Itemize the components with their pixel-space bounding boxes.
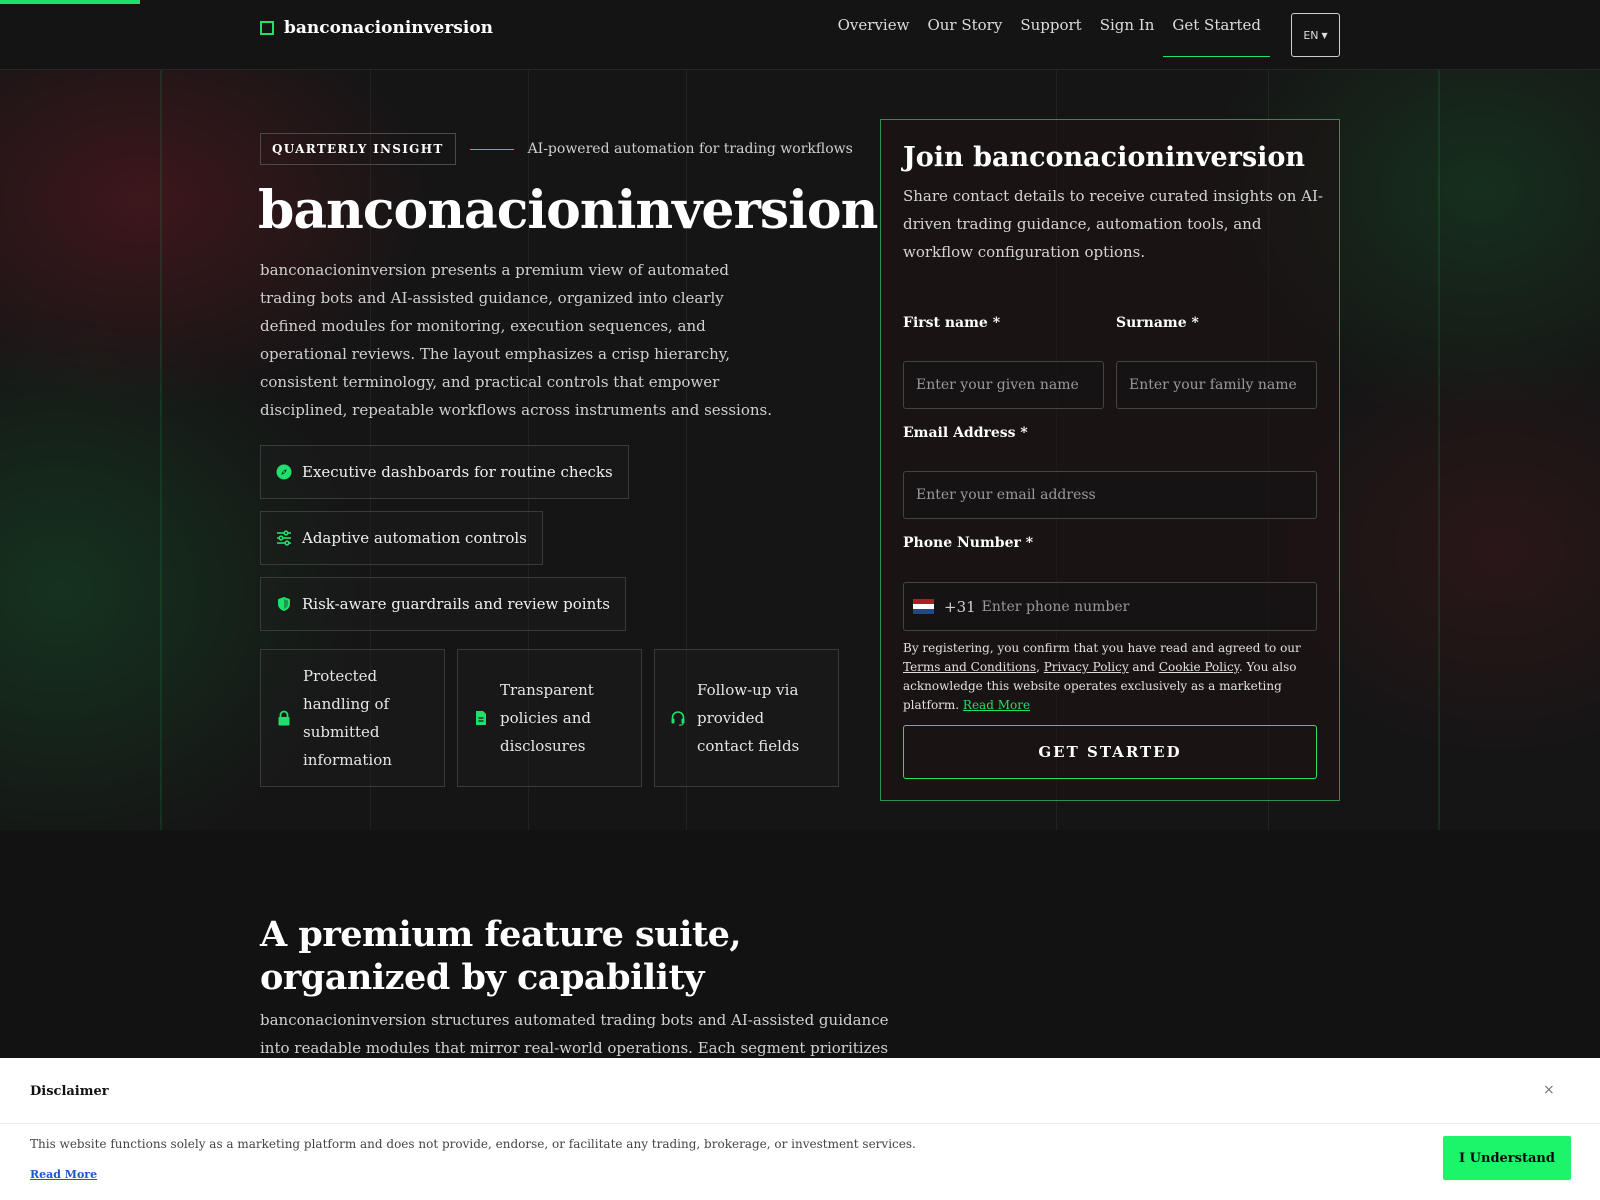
cookie-policy-link[interactable]: Cookie Policy (1159, 660, 1239, 674)
signup-form: Join banconacioninversion Share contact … (880, 119, 1340, 801)
sliders-icon (276, 530, 292, 546)
form-description: Share contact details to receive curated… (903, 187, 1323, 261)
caret-down-icon: ▼ (1321, 30, 1328, 40)
consent-read-more-link[interactable]: Read More (963, 698, 1030, 712)
phone-label: Phone Number * (903, 535, 1034, 551)
feature-suite-title: A premium feature suite, organized by ca… (260, 914, 742, 998)
close-icon[interactable]: × (1543, 1082, 1555, 1098)
brand-name: banconacioninversion (284, 18, 494, 38)
i-understand-button[interactable]: I Understand (1443, 1136, 1571, 1180)
trust-cards: Protected handling of submitted informat… (260, 649, 839, 787)
headset-icon (670, 710, 686, 726)
trust-card-protected: Protected handling of submitted informat… (260, 649, 445, 787)
feature-label: Adaptive automation controls (302, 529, 527, 547)
page-progress-bar (0, 0, 140, 4)
get-started-button[interactable]: GET STARTED (903, 725, 1317, 779)
disclaimer-banner: Disclaimer × This website functions sole… (0, 1058, 1600, 1200)
surname-field[interactable] (1116, 361, 1317, 409)
top-navigation: banconacioninversion Overview Our Story … (0, 0, 1600, 70)
document-icon (473, 710, 489, 726)
consent-text: By registering, you confirm that you hav… (903, 639, 1323, 715)
email-field[interactable] (903, 471, 1317, 519)
disclaimer-read-more-link[interactable]: Read More (30, 1168, 97, 1181)
consent-prefix: By registering, you confirm that you hav… (903, 641, 1301, 655)
hero-tagline: AI-powered automation for trading workfl… (527, 141, 853, 157)
feature-item-guardrails: Risk-aware guardrails and review points (260, 577, 626, 631)
first-name-field[interactable] (903, 361, 1104, 409)
feature-item-automation: Adaptive automation controls (260, 511, 543, 565)
consent-and: and (1128, 660, 1159, 674)
hero-title: banconacioninversion (258, 180, 878, 241)
form-title: Join banconacioninversion (903, 142, 1306, 173)
brand-square-icon (260, 21, 274, 35)
compass-icon (276, 464, 292, 480)
disclaimer-header: Disclaimer × (0, 1058, 1600, 1124)
dial-code: +31 (944, 597, 976, 616)
hero-eyebrow: QUARTERLY INSIGHT AI-powered automation … (260, 133, 853, 165)
trust-card-followup: Follow-up via provided contact fields (654, 649, 839, 787)
hero-description: banconacioninversion presents a premium … (260, 261, 772, 419)
card-label: Transparent policies and disclosures (500, 681, 594, 755)
decorative-line (160, 70, 162, 830)
nav-link-overview[interactable]: Overview (829, 0, 919, 57)
surname-label: Surname * (1116, 315, 1199, 331)
netherlands-flag-icon[interactable] (913, 599, 934, 614)
nav-link-our-story[interactable]: Our Story (918, 0, 1011, 57)
privacy-policy-link[interactable]: Privacy Policy (1044, 660, 1129, 674)
lock-icon (276, 710, 292, 726)
first-name-label: First name * (903, 315, 1001, 331)
disclaimer-text: This website functions solely as a marke… (30, 1137, 916, 1151)
language-code: EN (1303, 28, 1319, 42)
nav-link-get-started[interactable]: Get Started (1163, 0, 1270, 57)
quarterly-insight-tag: QUARTERLY INSIGHT (260, 133, 456, 165)
shield-icon (276, 596, 292, 612)
language-selector[interactable]: EN ▼ (1291, 13, 1340, 57)
feature-label: Executive dashboards for routine checks (302, 463, 613, 481)
tag-divider (469, 148, 514, 150)
brand-logo[interactable]: banconacioninversion (260, 18, 493, 38)
card-label: Follow-up via provided contact fields (697, 681, 800, 755)
email-label: Email Address * (903, 425, 1028, 441)
trust-card-policies: Transparent policies and disclosures (457, 649, 642, 787)
nav-link-support[interactable]: Support (1011, 0, 1090, 57)
card-label: Protected handling of submitted informat… (303, 667, 392, 769)
terms-link[interactable]: Terms and Conditions (903, 660, 1036, 674)
feature-item-dashboards: Executive dashboards for routine checks (260, 445, 629, 499)
phone-field-group: +31 (903, 582, 1317, 631)
feature-label: Risk-aware guardrails and review points (302, 595, 610, 613)
decorative-line (1438, 70, 1440, 830)
phone-number-field[interactable] (981, 584, 1316, 629)
disclaimer-title: Disclaimer (30, 1084, 109, 1099)
consent-comma: , (1036, 660, 1044, 674)
nav-link-sign-in[interactable]: Sign In (1091, 0, 1164, 57)
nav-links: Overview Our Story Support Sign In Get S… (829, 0, 1270, 57)
